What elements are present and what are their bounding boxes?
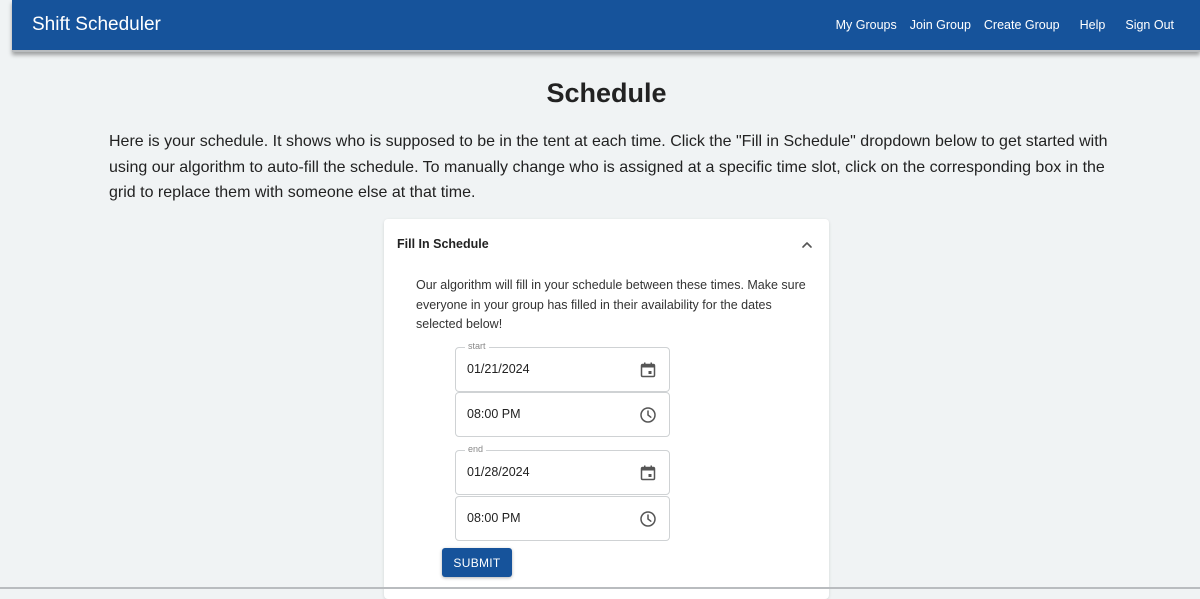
main-nav: My Groups Join Group Create Group Help S… bbox=[823, 0, 1200, 50]
app-bar: Shift Scheduler My Groups Join Group Cre… bbox=[12, 0, 1200, 52]
calendar-icon[interactable] bbox=[639, 464, 657, 482]
nav-sign-out[interactable]: Sign Out bbox=[1125, 18, 1174, 32]
nav-my-groups[interactable]: My Groups bbox=[836, 18, 897, 32]
intro-text: Here is your schedule. It shows who is s… bbox=[109, 133, 1108, 201]
start-date-value[interactable]: 01/21/2024 bbox=[467, 362, 530, 376]
start-time-field[interactable]: 08:00 PM bbox=[455, 392, 670, 437]
nav-join-group[interactable]: Join Group bbox=[910, 18, 971, 32]
app-title[interactable]: Shift Scheduler bbox=[32, 14, 161, 36]
end-label: end bbox=[465, 444, 487, 454]
end-date-value[interactable]: 01/28/2024 bbox=[467, 465, 530, 479]
chevron-up-icon[interactable] bbox=[799, 237, 815, 253]
page-title: Schedule bbox=[546, 78, 667, 108]
end-time-field[interactable]: 08:00 PM bbox=[455, 496, 670, 541]
submit-button[interactable]: SUBMIT bbox=[442, 548, 512, 577]
start-label: start bbox=[465, 341, 489, 351]
clock-icon[interactable] bbox=[639, 406, 657, 424]
nav-help[interactable]: Help bbox=[1080, 18, 1106, 32]
start-time-value[interactable]: 08:00 PM bbox=[467, 407, 521, 421]
end-date-field[interactable]: end 01/28/2024 bbox=[455, 444, 670, 495]
calendar-icon[interactable] bbox=[639, 361, 657, 379]
panel-description: Our algorithm will fill in your schedule… bbox=[416, 278, 806, 332]
start-date-field[interactable]: start 01/21/2024 bbox=[455, 341, 670, 392]
clock-icon[interactable] bbox=[639, 510, 657, 528]
nav-create-group[interactable]: Create Group bbox=[984, 18, 1060, 32]
end-time-value[interactable]: 08:00 PM bbox=[467, 511, 521, 525]
fill-in-schedule-panel: Fill In Schedule Our algorithm will fill… bbox=[384, 219, 829, 599]
panel-title[interactable]: Fill In Schedule bbox=[397, 237, 489, 251]
